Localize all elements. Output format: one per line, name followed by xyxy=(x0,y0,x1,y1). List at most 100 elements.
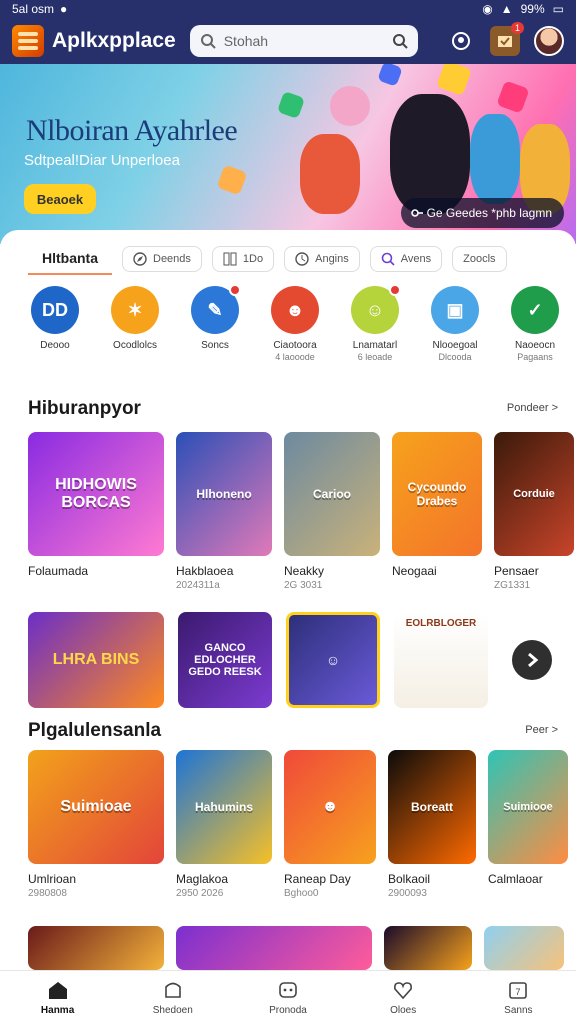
nav-item-schedule[interactable]: 7 Sanns xyxy=(478,979,558,1016)
game-card[interactable]: Boreatt Bolkaoil 2900093 xyxy=(388,750,476,899)
game-meta: Bghoo0 xyxy=(284,888,319,899)
game-card[interactable]: HIDHOWIS BORCAS Folaumada xyxy=(28,432,164,591)
category-label: Soncs xyxy=(201,340,229,351)
category-label: Ciaotoora xyxy=(273,340,317,351)
search-submit-icon[interactable] xyxy=(392,33,408,49)
tab-label: 1Do xyxy=(242,253,264,265)
nav-label: Pronoda xyxy=(269,1005,307,1016)
category-smile-icon: ☺ xyxy=(351,284,401,334)
search-input[interactable]: Stohah xyxy=(189,25,418,57)
hero-character-icon: ☺ xyxy=(325,652,341,668)
category-sublabel: Pagaans xyxy=(517,352,553,362)
game-meta: 2980808 xyxy=(28,888,67,899)
category-label: Naoeocn xyxy=(514,340,556,351)
avatar[interactable] xyxy=(534,26,564,56)
card-row-1: HIDHOWIS BORCAS Folaumada Hlhoneno Hakbl… xyxy=(28,432,574,591)
tab-1do[interactable]: 1Do xyxy=(211,246,275,272)
tab-zoocls[interactable]: Zoocls xyxy=(452,246,507,272)
mailbox-icon xyxy=(498,36,512,47)
game-meta: ZG1331 xyxy=(494,580,531,591)
game-card[interactable]: Cycoundo Drabes Neogaai xyxy=(392,432,482,591)
game-tile[interactable]: GANCO EDLOCHER GEDO REESK xyxy=(178,612,272,708)
game-thumbnail[interactable] xyxy=(28,926,164,970)
game-thumbnail: Hahumins xyxy=(176,750,272,864)
search-icon xyxy=(381,252,395,266)
category-badge xyxy=(229,284,241,296)
category-label: Nlooegoal xyxy=(432,340,478,351)
home-icon xyxy=(48,982,67,999)
wifi-icon: ▲ xyxy=(500,2,513,16)
top-header: Aplkxpplace Stohah 1 xyxy=(0,18,576,64)
tab-deends[interactable]: Deends xyxy=(122,246,202,272)
next-arrow-button[interactable] xyxy=(512,640,552,680)
category-item[interactable]: ✎ Soncs xyxy=(180,284,250,370)
tab-label: Zoocls xyxy=(463,253,496,265)
game-title: Bolkaoil xyxy=(388,872,431,886)
game-tile[interactable]: ☺ xyxy=(286,612,380,708)
game-card[interactable]: Carioo Neakky 2G 3031 xyxy=(284,432,380,591)
thumb-art-text: Hlhoneno xyxy=(196,487,252,501)
tab-label: Avens xyxy=(400,253,432,265)
category-item[interactable]: ☺ Lnamatarl 6 leoade xyxy=(340,284,410,370)
search-icon xyxy=(200,34,216,49)
category-robot-icon: ▣ xyxy=(431,286,479,334)
game-tile[interactable]: LHRA BINS xyxy=(28,612,164,708)
game-title: Neogaai xyxy=(392,564,437,578)
profile-status-button[interactable] xyxy=(446,26,476,56)
game-thumbnail: Cycoundo Drabes xyxy=(392,432,482,556)
game-thumbnail: Suimiooe xyxy=(488,750,568,864)
game-title: Calmlaoar xyxy=(488,872,543,886)
location-icon: ◉ xyxy=(482,2,493,16)
tab-avens[interactable]: Avens xyxy=(369,246,443,272)
section-more-link[interactable]: Peer > xyxy=(525,724,558,736)
thumb-art-text: Suimiooe xyxy=(503,801,553,813)
tab-label: Deends xyxy=(153,253,191,265)
game-thumbnail[interactable] xyxy=(176,926,372,970)
nav-item-favorites[interactable]: Oloes xyxy=(363,979,443,1016)
nav-item-home[interactable]: Hanma xyxy=(18,979,98,1016)
game-thumbnail: Corduie xyxy=(494,432,574,556)
category-item[interactable]: ✓ Naoeocn Pagaans xyxy=(500,286,570,370)
user-circle-icon xyxy=(452,32,470,50)
game-thumbnail: Carioo xyxy=(284,432,380,556)
glyph: ✎ xyxy=(207,299,223,320)
runner-character-icon: ☻ xyxy=(321,798,339,815)
nav-item-games[interactable]: Pronoda xyxy=(248,979,328,1016)
tab-hltbanta[interactable]: Hltbanta xyxy=(28,243,112,275)
nav-item-shop[interactable]: Shedoen xyxy=(133,979,213,1016)
game-card[interactable]: ☻ Raneap Day Bghoo0 xyxy=(284,750,376,899)
banner-cta-button[interactable]: Beaoek xyxy=(24,184,96,214)
tile-art-text: LHRA BINS xyxy=(52,651,140,668)
banner-subtitle: Sdtpeal!Diar Unperloea xyxy=(24,152,180,169)
character-pig-icon xyxy=(330,86,370,126)
banner-login-pill[interactable]: Ge Geedes *phb lagmn xyxy=(400,198,564,228)
section-title: Hiburanpyor xyxy=(28,398,141,419)
card-row-4 xyxy=(28,926,564,970)
game-card[interactable]: Corduie Pensaer ZG1331 xyxy=(494,432,574,591)
game-thumbnail: HIDHOWIS BORCAS xyxy=(28,432,164,556)
game-card[interactable]: Hlhoneno Hakblaoea 2024311a xyxy=(176,432,272,591)
category-badge xyxy=(389,284,401,296)
category-item[interactable]: ▣ Nlooegoal Dlcooda xyxy=(420,286,490,370)
game-thumbnail[interactable] xyxy=(484,926,564,970)
game-card[interactable]: Suimioae Umlrioan 2980808 xyxy=(28,750,164,899)
hero-banner[interactable]: Nlboiran Ayahrlee Sdtpeal!Diar Unperloea… xyxy=(0,64,576,244)
game-card[interactable]: Suimiooe Calmlaoar xyxy=(488,750,568,899)
category-item[interactable]: ☻ Ciaotoora 4 laooode xyxy=(260,286,330,370)
decor-gem-icon xyxy=(496,80,530,114)
section-more-link[interactable]: Pondeer > xyxy=(507,402,558,414)
decor-gem-icon xyxy=(436,64,472,96)
game-tile[interactable]: EOLRBLOGER xyxy=(394,612,488,708)
notifications-button[interactable]: 1 xyxy=(490,22,524,56)
category-item[interactable]: ✶ Ocodlolcs xyxy=(100,286,170,370)
svg-text:7: 7 xyxy=(516,987,521,997)
tab-angins[interactable]: Angins xyxy=(284,246,360,272)
glyph: ☺ xyxy=(365,299,385,320)
category-label: Lnamatarl xyxy=(352,340,398,351)
category-item[interactable]: DD Deooo xyxy=(20,286,90,370)
game-thumbnail: ☻ xyxy=(284,750,376,864)
game-thumbnail[interactable] xyxy=(384,926,472,970)
game-card[interactable]: Hahumins Maglakoa 2950 2026 xyxy=(176,750,272,899)
game-title: Umlrioan xyxy=(28,872,77,886)
chevron-right-icon xyxy=(528,652,539,668)
